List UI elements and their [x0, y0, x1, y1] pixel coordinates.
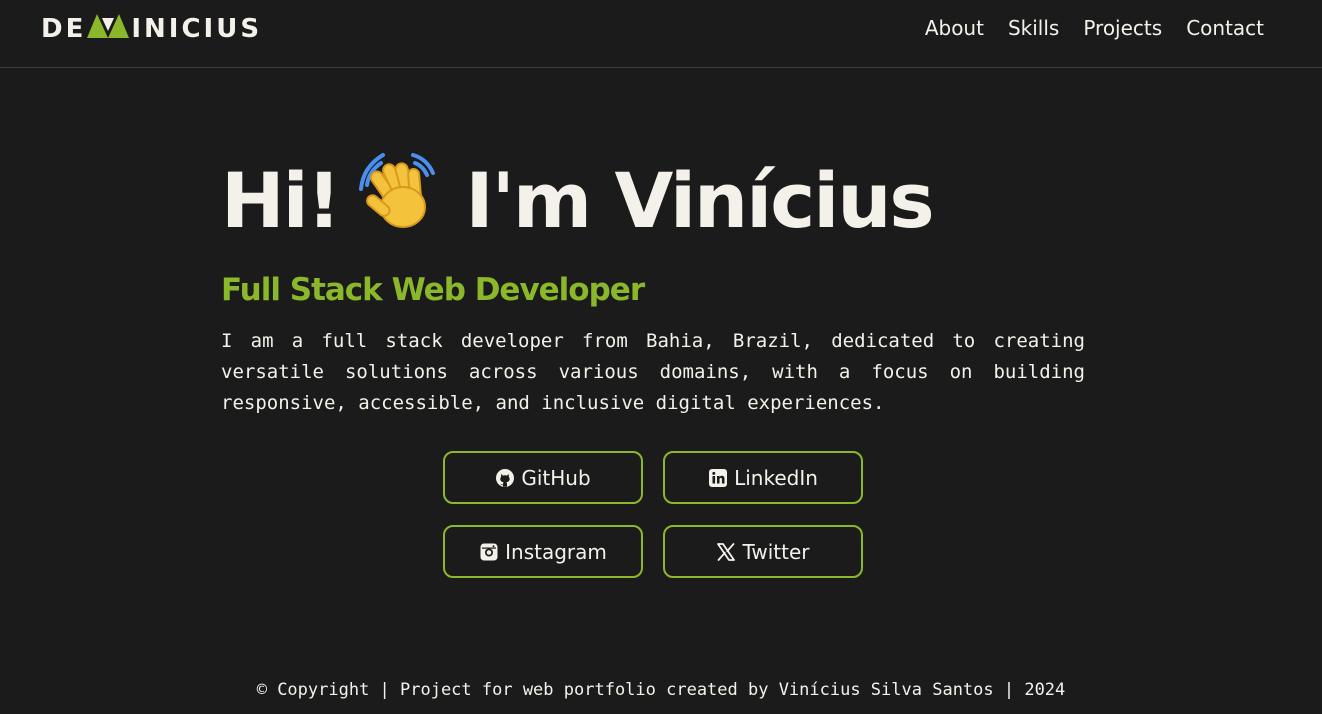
footer: © Copyright | Project for web portfolio …: [0, 680, 1322, 700]
instagram-icon: [479, 542, 499, 562]
instagram-button[interactable]: Instagram: [443, 525, 643, 578]
nav-link-skills[interactable]: Skills: [1008, 16, 1059, 40]
greeting-hi: Hi!: [221, 155, 341, 245]
hero-greeting: Hi! I'm Vinícius: [221, 150, 1085, 250]
social-links: GitHub LinkedIn Instagram Twitter: [443, 451, 863, 578]
main-nav: About Skills Projects Contact: [925, 16, 1264, 40]
navbar: DE INICIUS About Skills Projects Contact: [0, 0, 1322, 68]
github-icon: [495, 468, 515, 488]
nav-link-contact[interactable]: Contact: [1186, 16, 1264, 40]
hero-section: Hi! I'm Vinícius Full Stack Web Develope…: [221, 150, 1085, 419]
nav-link-about[interactable]: About: [925, 16, 984, 40]
twitter-label: Twitter: [742, 539, 810, 564]
greeting-name: I'm Vinícius: [465, 155, 934, 245]
github-button[interactable]: GitHub: [443, 451, 643, 504]
logo-prefix: DE: [41, 14, 87, 44]
site-logo[interactable]: DE INICIUS: [41, 13, 263, 45]
instagram-label: Instagram: [505, 539, 607, 564]
github-label: GitHub: [521, 465, 591, 490]
linkedin-button[interactable]: LinkedIn: [663, 451, 863, 504]
linkedin-label: LinkedIn: [734, 465, 818, 490]
copyright-text: © Copyright | Project for web portfolio …: [256, 680, 1066, 700]
bio-paragraph: I am a full stack developer from Bahia, …: [221, 330, 1085, 414]
x-twitter-icon: [716, 542, 736, 562]
job-title: Full Stack Web Developer: [221, 272, 645, 308]
logo-mark-icon: [87, 13, 130, 45]
waving-hand-icon: [359, 149, 443, 251]
twitter-button[interactable]: Twitter: [663, 525, 863, 578]
linkedin-icon: [708, 468, 728, 488]
nav-link-projects[interactable]: Projects: [1083, 16, 1162, 40]
logo-suffix: INICIUS: [131, 14, 263, 44]
